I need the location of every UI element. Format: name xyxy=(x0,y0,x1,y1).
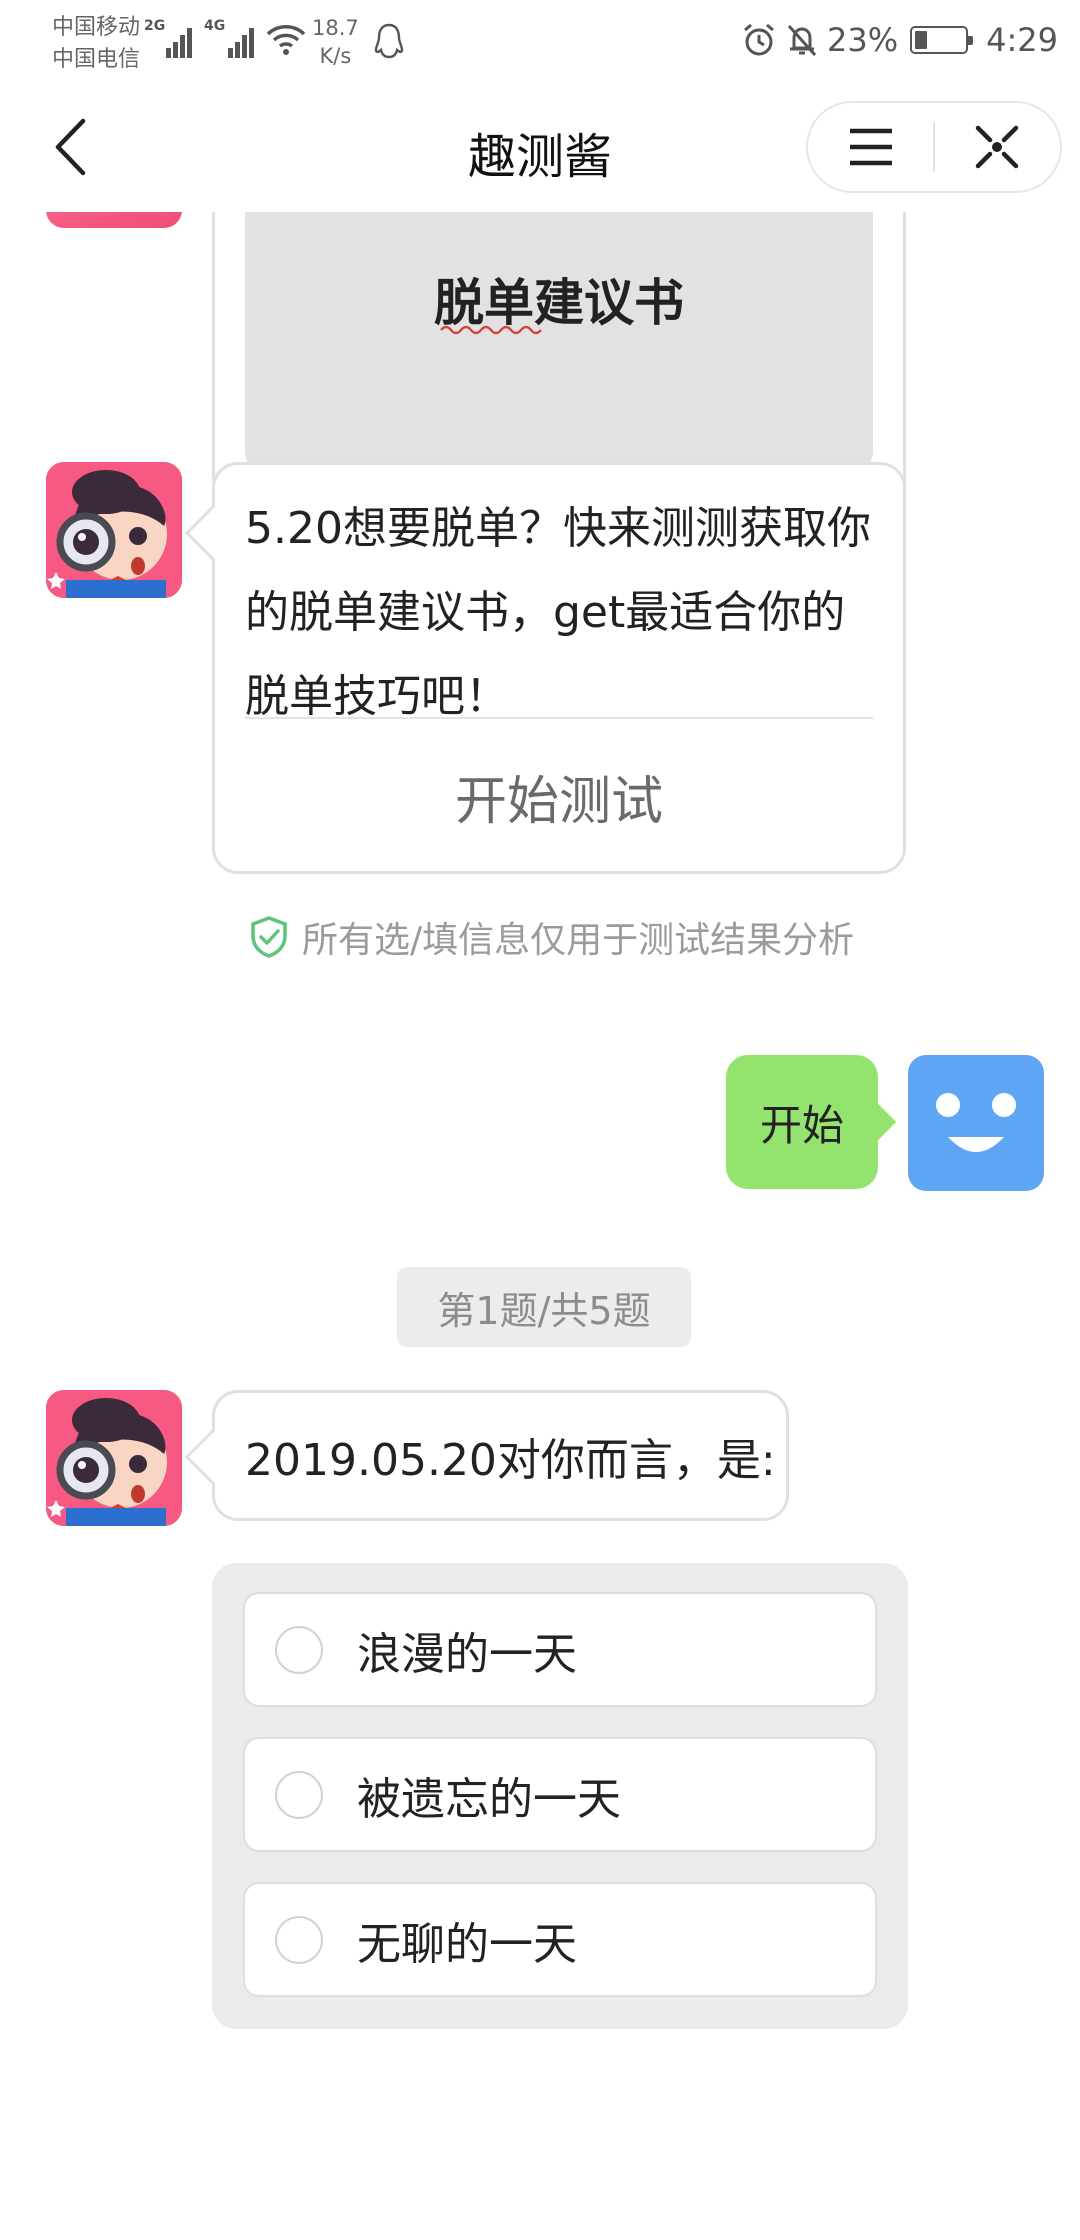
option-label: 被遗忘的一天 xyxy=(357,1773,621,1825)
options-panel: 浪漫的一天 被遗忘的一天 无聊的一天 xyxy=(212,1563,908,2029)
option-label: 浪漫的一天 xyxy=(357,1628,577,1680)
user-message-text: 开始 xyxy=(759,1100,844,1150)
clock: 4:29 xyxy=(986,21,1058,59)
menu-button[interactable] xyxy=(808,103,933,191)
menu-icon xyxy=(849,128,892,166)
wifi-icon xyxy=(266,25,306,55)
alarm-icon xyxy=(744,23,774,56)
book-cover: 脱单建议书 xyxy=(245,212,873,474)
user-avatar xyxy=(908,1055,1044,1191)
battery-icon xyxy=(910,26,974,54)
shield-check-icon xyxy=(251,916,287,958)
qq-icon xyxy=(374,23,404,59)
network-type-2: 4G xyxy=(204,18,226,34)
signal-icon: 2G xyxy=(144,18,192,58)
privacy-note: 所有选/填信息仅用于测试结果分析 xyxy=(250,912,854,962)
smiley-face-icon xyxy=(936,1093,1016,1152)
radio-button[interactable] xyxy=(275,1625,323,1674)
detective-mascot-icon xyxy=(46,462,182,598)
intro-text: 5.20想要脱单？快来测测获取你的脱单建议书，get最适合你的脱单技巧吧！ xyxy=(245,503,871,722)
question-text: 2019.05.20对你而言，是: xyxy=(245,1434,776,1486)
signal-icon-2: 4G xyxy=(204,18,258,58)
option-forgotten-day[interactable]: 被遗忘的一天 xyxy=(243,1737,877,1852)
start-test-button[interactable]: 开始测试 xyxy=(215,727,903,877)
radio-button[interactable] xyxy=(275,1915,323,1964)
user-message-bubble: 开始 xyxy=(726,1055,897,1189)
carrier-1: 中国移动 xyxy=(52,15,141,40)
divider xyxy=(245,717,873,719)
bot-avatar xyxy=(46,1390,182,1526)
question-progress: 第1题/共5题 xyxy=(397,1267,691,1347)
carrier-labels: 中国移动 中国电信 xyxy=(52,12,140,76)
option-romantic-day[interactable]: 浪漫的一天 xyxy=(243,1592,877,1707)
radio-button[interactable] xyxy=(275,1770,323,1819)
bot-avatar xyxy=(46,462,182,598)
question-bubble: 2019.05.20对你而言，是: xyxy=(184,1390,789,1521)
status-right: 23% 4:29 xyxy=(741,18,1058,62)
nav-header: 趣测酱 xyxy=(0,82,1080,212)
privacy-text: 所有选/填信息仅用于测试结果分析 xyxy=(302,920,855,961)
chat-area[interactable]: 脱单建议书 5.20想要脱单？快来测测获取你的脱单建议书，get最适合你的脱单技… xyxy=(0,212,1080,2240)
intro-card: 5.20想要脱单？快来测测获取你的脱单建议书，get最适合你的脱单技巧吧！ 开始… xyxy=(184,462,906,877)
mini-program-capsule xyxy=(806,101,1062,193)
close-button[interactable] xyxy=(935,103,1060,191)
option-label: 无聊的一天 xyxy=(357,1918,577,1970)
mute-notification-icon xyxy=(787,24,817,57)
battery-percent: 23% xyxy=(827,21,899,59)
close-icon xyxy=(976,125,1019,169)
network-type-1: 2G xyxy=(144,18,166,34)
status-bar: 中国移动 中国电信 2G 4G 18.7 K/s 23% 4:29 xyxy=(0,0,1080,82)
option-boring-day[interactable]: 无聊的一天 xyxy=(243,1882,877,1997)
spellcheck-underline xyxy=(440,325,542,335)
book-title: 脱单建议书 xyxy=(434,273,684,332)
detective-mascot-icon xyxy=(46,1390,182,1526)
carrier-2: 中国电信 xyxy=(52,47,141,72)
bot-avatar xyxy=(46,212,182,228)
network-speed: 18.7 K/s xyxy=(312,16,359,68)
